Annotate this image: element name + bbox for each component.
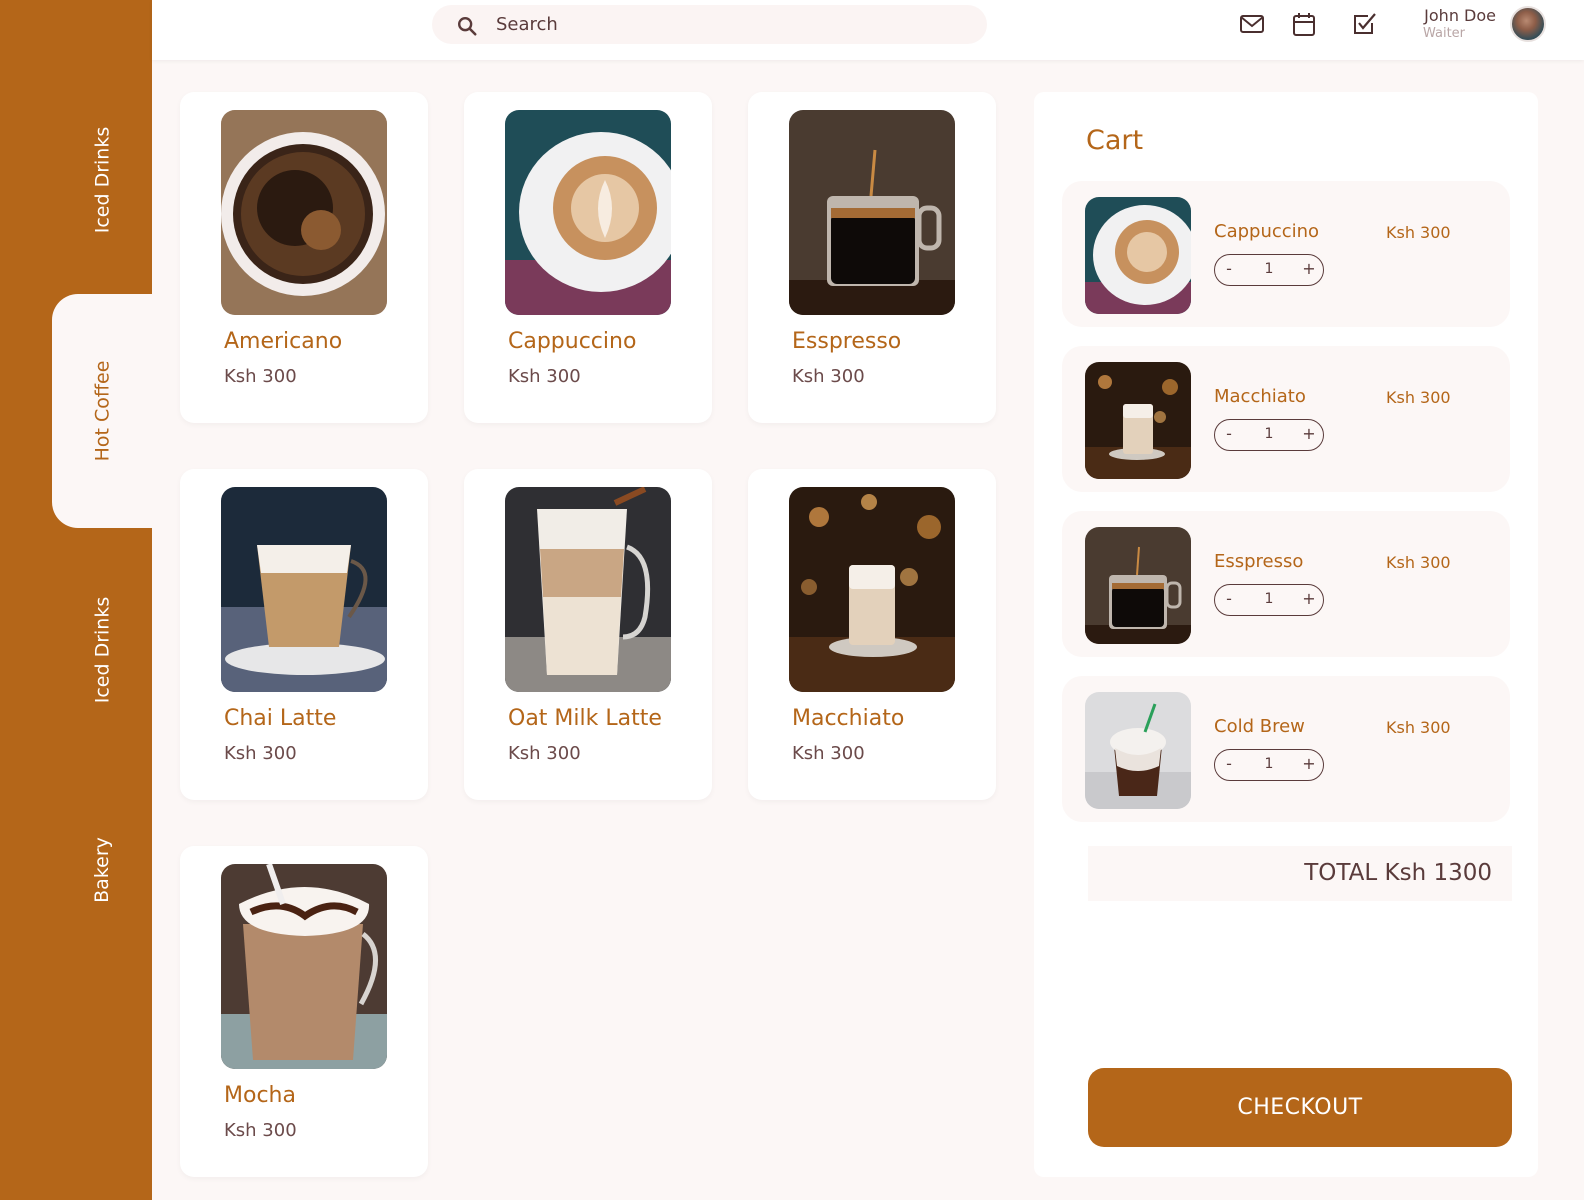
search-box[interactable] [432,5,987,44]
quantity-value[interactable]: 1 [1251,589,1287,609]
user-role: Waiter [1422,26,1466,41]
cart-total-value: TOTAL Ksh 1300 [1304,860,1492,886]
checkout-button[interactable]: CHECKOUT [1088,1068,1512,1147]
product-card-americano[interactable]: Americano Ksh 300 [180,92,428,423]
cart-item: Macchiato Ksh 300 - 1 + [1062,346,1510,492]
increase-button[interactable]: + [1299,259,1319,279]
cart-item: Cold Brew Ksh 300 - 1 + [1062,676,1510,822]
top-bar: John Doe Waiter [152,0,1584,60]
increase-button[interactable]: + [1299,424,1319,444]
mocha-image [221,864,387,1069]
cart-item-price: Ksh 300 [1386,223,1451,242]
product-price: Ksh 300 [792,366,865,387]
quantity-stepper: - 1 + [1214,749,1324,781]
esspresso-image [789,110,955,315]
product-name: Mocha [224,1083,296,1108]
decrease-button[interactable]: - [1219,259,1239,279]
product-price: Ksh 300 [508,366,581,387]
search-input[interactable] [496,10,966,39]
product-price: Ksh 300 [508,743,581,764]
product-name: Chai Latte [224,706,337,731]
search-icon [458,17,477,36]
product-price: Ksh 300 [224,1120,297,1141]
tab-iced-drinks-2[interactable]: Iced Drinks [52,550,152,750]
decrease-button[interactable]: - [1219,589,1239,609]
cappuccino-image [505,110,671,315]
increase-button[interactable]: + [1299,589,1319,609]
quantity-stepper: - 1 + [1214,254,1324,286]
cart-item-name: Macchiato [1214,386,1306,407]
cart-item-name: Esspresso [1214,551,1304,572]
product-card-macchiato[interactable]: Macchiato Ksh 300 [748,469,996,800]
mail-icon[interactable] [1239,11,1265,37]
product-card-oat-milk-latte[interactable]: Oat Milk Latte Ksh 300 [464,469,712,800]
quantity-stepper: - 1 + [1214,584,1324,616]
quantity-value[interactable]: 1 [1251,424,1287,444]
tab-bakery[interactable]: Bakery [52,780,152,960]
tab-label: Iced Drinks [91,126,114,234]
checkbox-icon[interactable] [1351,11,1377,37]
avatar[interactable] [1510,6,1546,42]
chai-latte-image [221,487,387,692]
product-name: Oat Milk Latte [508,706,662,731]
product-card-mocha[interactable]: Mocha Ksh 300 [180,846,428,1177]
product-name: Americano [224,329,343,354]
cart-item-price: Ksh 300 [1386,718,1451,737]
increase-button[interactable]: + [1299,754,1319,774]
quantity-stepper: - 1 + [1214,419,1324,451]
calendar-icon[interactable] [1291,11,1317,37]
quantity-value[interactable]: 1 [1251,259,1287,279]
product-name: Macchiato [792,706,905,731]
tab-label: Hot Coffee [91,360,114,462]
product-card-cappuccino[interactable]: Cappuccino Ksh 300 [464,92,712,423]
cart-item: Esspresso Ksh 300 - 1 + [1062,511,1510,657]
cart-total: TOTAL Ksh 1300 [1088,846,1512,901]
product-name: Esspresso [792,329,902,354]
product-price: Ksh 300 [792,743,865,764]
cart-item-image [1085,692,1191,809]
tab-label: Iced Drinks [91,596,114,704]
cart-item-name: Cappuccino [1214,221,1320,242]
decrease-button[interactable]: - [1219,424,1239,444]
product-name: Cappuccino [508,329,637,354]
cart-item-image [1085,527,1191,644]
cart-title: Cart [1086,125,1144,156]
tab-iced-drinks[interactable]: Iced Drinks [52,80,152,280]
category-sidebar: Iced Drinks Hot Coffee Iced Drinks Baker… [0,0,152,1200]
decrease-button[interactable]: - [1219,754,1239,774]
cart-item-price: Ksh 300 [1386,388,1451,407]
product-card-chai-latte[interactable]: Chai Latte Ksh 300 [180,469,428,800]
tab-hot-coffee[interactable]: Hot Coffee [52,294,152,528]
oat-milk-latte-image [505,487,671,692]
cart-item-price: Ksh 300 [1386,553,1451,572]
product-price: Ksh 300 [224,366,297,387]
americano-image [221,110,387,315]
quantity-value[interactable]: 1 [1251,754,1287,774]
cart-item-image [1085,362,1191,479]
product-card-esspresso[interactable]: Esspresso Ksh 300 [748,92,996,423]
cart-item-name: Cold Brew [1214,716,1305,737]
macchiato-image [789,487,955,692]
cart-item-image [1085,197,1191,314]
user-name: John Doe [1424,6,1496,25]
cart-panel: Cart Cappuccino Ksh 300 - 1 + Macchiato … [1034,92,1538,1177]
product-price: Ksh 300 [224,743,297,764]
cart-item: Cappuccino Ksh 300 - 1 + [1062,181,1510,327]
tab-label: Bakery [91,837,113,903]
